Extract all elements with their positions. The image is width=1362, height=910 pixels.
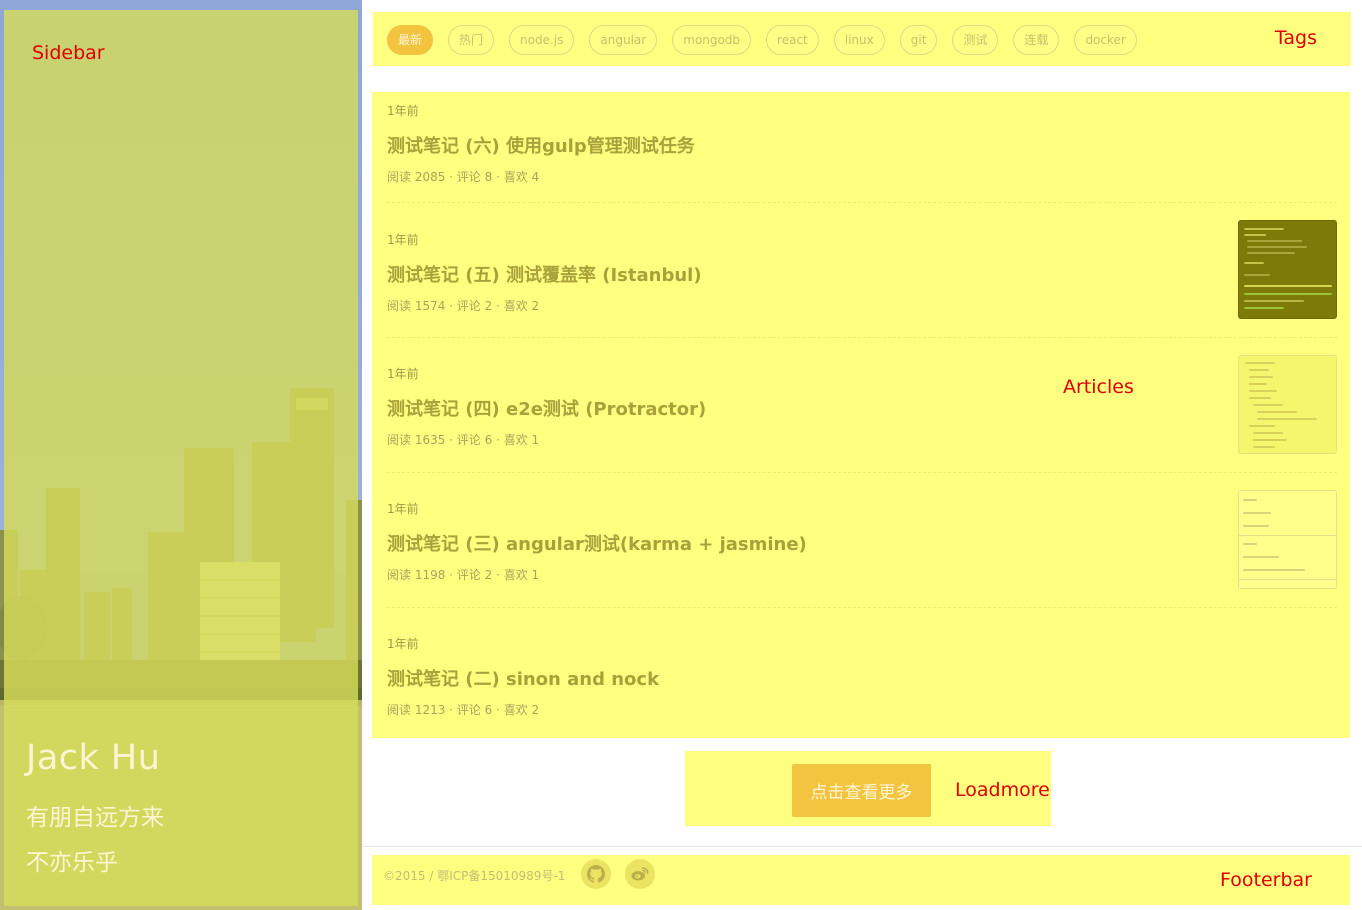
load-more-button[interactable]: 点击查看更多 [792,764,931,817]
tags-bar: 最新 热门 node.js angular mongodb react linu… [373,12,1351,66]
article-item[interactable]: 1年前 测试笔记 (二) sinon and nock 阅读 1213 · 评论… [387,608,1337,738]
tags-list: 最新 热门 node.js angular mongodb react linu… [387,25,1137,55]
articles-list: 1年前 测试笔记 (六) 使用gulp管理测试任务 阅读 2085 · 评论 8… [372,92,1350,738]
footerbar: ©2015 / 鄂ICP备15010989号-1 Footerbar [372,855,1350,905]
article-time: 1年前 [387,367,419,381]
github-icon-glyph [587,865,605,883]
tag-angular[interactable]: angular [589,25,658,55]
articles-annotation-label: Articles [1063,376,1134,398]
tag-docker[interactable]: docker [1074,25,1137,55]
loadmore-section: 点击查看更多 Loadmore [685,751,1051,826]
weibo-icon[interactable] [625,859,655,889]
tag-series[interactable]: 连载 [1013,25,1060,55]
article-item[interactable]: 1年前 测试笔记 (三) angular测试(karma + jasmine) … [387,473,1337,608]
tag-hot[interactable]: 热门 [448,25,495,55]
article-title[interactable]: 测试笔记 (六) 使用gulp管理测试任务 [387,132,695,158]
weibo-icon-glyph [631,867,649,881]
article-thumbnail[interactable] [1238,355,1337,454]
tag-linux[interactable]: linux [833,25,885,55]
tags-annotation-label: Tags [1274,27,1317,49]
article-thumbnail[interactable] [1238,490,1337,589]
page: Sidebar Jack Hu 有朋自远方来 不亦乐乎 最新 热门 node.j… [0,0,1362,910]
article-item[interactable]: 1年前 测试笔记 (五) 测试覆盖率 (Istanbul) 阅读 1574 · … [387,203,1337,338]
github-icon[interactable] [581,859,611,889]
footerbar-annotation-label: Footerbar [1220,869,1312,891]
article-title[interactable]: 测试笔记 (二) sinon and nock [387,665,659,691]
article-meta: 阅读 2085 · 评论 8 · 喜欢 4 [387,170,540,184]
author-name[interactable]: Jack Hu [26,738,160,778]
article-title[interactable]: 测试笔记 (四) e2e测试 (Protractor) [387,395,706,421]
article-meta: 阅读 1198 · 评论 2 · 喜欢 1 [387,568,540,582]
article-item[interactable]: 1年前 测试笔记 (六) 使用gulp管理测试任务 阅读 2085 · 评论 8… [387,92,1337,203]
article-meta: 阅读 1213 · 评论 6 · 喜欢 2 [387,703,540,717]
article-thumbnail[interactable] [1238,220,1337,319]
article-meta: 阅读 1574 · 评论 2 · 喜欢 2 [387,299,540,313]
tag-nodejs[interactable]: node.js [509,25,575,55]
tag-testing[interactable]: 测试 [952,25,999,55]
article-time: 1年前 [387,502,419,516]
footer-divider [362,846,1362,847]
article-item[interactable]: 1年前 测试笔记 (四) e2e测试 (Protractor) 阅读 1635 … [387,338,1337,473]
tag-react[interactable]: react [766,25,819,55]
copyright-text: ©2015 / 鄂ICP备15010989号-1 [383,869,566,883]
article-time: 1年前 [387,637,419,651]
loadmore-annotation-label: Loadmore [955,779,1050,801]
article-time: 1年前 [387,233,419,247]
tag-latest[interactable]: 最新 [387,25,434,55]
article-title[interactable]: 测试笔记 (五) 测试覆盖率 (Istanbul) [387,261,702,287]
sidebar-annotation-label: Sidebar [32,42,105,64]
article-time: 1年前 [387,104,419,118]
sidebar: Sidebar Jack Hu 有朋自远方来 不亦乐乎 [0,0,362,910]
author-motto-line-2: 不亦乐乎 [26,850,118,876]
article-meta: 阅读 1635 · 评论 6 · 喜欢 1 [387,433,540,447]
author-motto-line-1: 有朋自远方来 [26,805,164,831]
article-title[interactable]: 测试笔记 (三) angular测试(karma + jasmine) [387,530,807,556]
tag-git[interactable]: git [899,25,938,55]
tag-mongodb[interactable]: mongodb [672,25,752,55]
